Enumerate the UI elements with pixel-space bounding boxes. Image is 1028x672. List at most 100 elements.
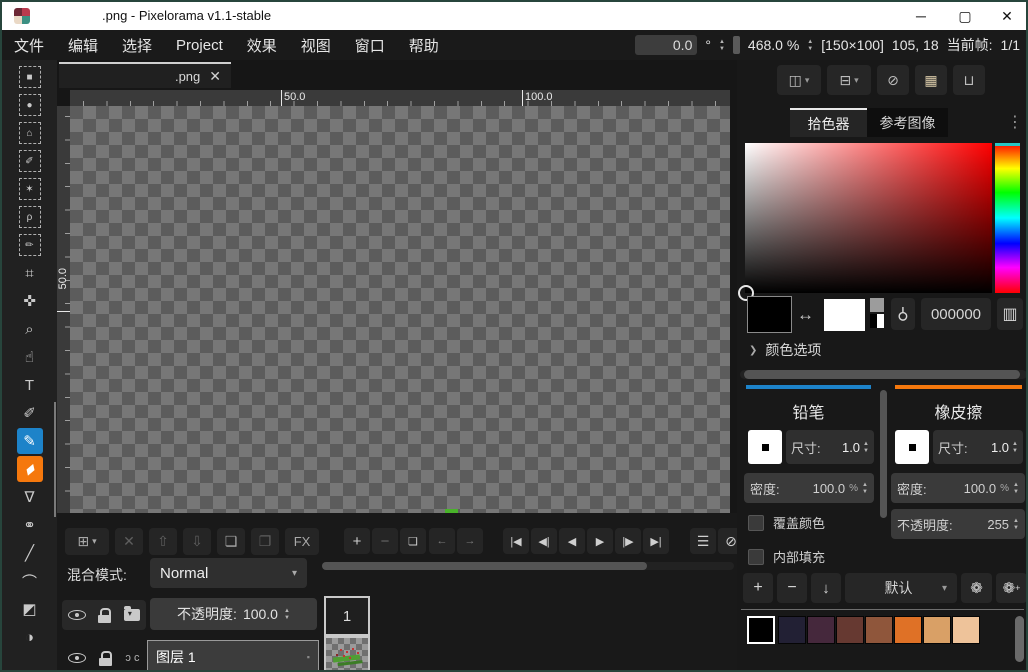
tool-rect-select[interactable]: ■: [17, 64, 43, 90]
layer-fx-button[interactable]: FX: [285, 528, 319, 555]
eraser-opacity-field[interactable]: 不透明度: 255 ▲▼: [891, 509, 1025, 539]
palette-swatch-6[interactable]: [923, 616, 951, 644]
eraser-size-field[interactable]: 尺寸: 1.0 ▲▼: [933, 430, 1023, 464]
color-options-expander[interactable]: ❯ 颜色选项: [749, 340, 821, 360]
tool-line[interactable]: ╱: [17, 540, 43, 566]
zoom-slider-grip[interactable]: [733, 36, 740, 54]
zoom-value[interactable]: 468.0 %: [748, 37, 799, 53]
opacity-spinner[interactable]: ▲▼: [284, 608, 290, 621]
pencil-brush-button[interactable]: [748, 430, 782, 464]
layer-name-field[interactable]: 图层 1 ▪: [147, 640, 319, 672]
pencil-size-spinner[interactable]: ▲▼: [863, 441, 869, 454]
vertical-mirror-button[interactable]: ⊟ ▾: [827, 65, 871, 95]
palette-swatch-7[interactable]: [952, 616, 980, 644]
frame-header-1[interactable]: 1: [324, 596, 370, 636]
edit-palette-button[interactable]: ❁: [961, 573, 992, 603]
rotation-input[interactable]: 0.0: [635, 35, 697, 55]
add-layer-button[interactable]: ⊞ ▾: [65, 528, 109, 555]
tool-lasso[interactable]: ρ: [17, 204, 43, 230]
eraser-density-spinner[interactable]: ▲▼: [1013, 482, 1019, 495]
remove-color-button[interactable]: −: [777, 573, 807, 603]
tool-polygon-select[interactable]: ⌂: [17, 120, 43, 146]
remove-frame-button[interactable]: −: [372, 528, 398, 554]
clone-frame-button[interactable]: ❏: [400, 528, 426, 554]
move-frame-left-button[interactable]: ←: [429, 528, 455, 554]
tool-rect-shape[interactable]: ◩: [17, 596, 43, 622]
tool-move[interactable]: ✜: [17, 288, 43, 314]
menu-edit[interactable]: 编辑: [56, 30, 110, 60]
overwrite-checkbox[interactable]: [748, 515, 764, 531]
palette-swatch-1[interactable]: [778, 616, 806, 644]
palette-swatch-0[interactable]: [747, 616, 775, 644]
move-layer-up-button[interactable]: ⇧: [149, 528, 177, 555]
dynamics-button[interactable]: ⊔: [953, 65, 985, 95]
color-mode-button[interactable]: ▥: [997, 298, 1023, 330]
tool-options-scrollbar-thumb[interactable]: [880, 390, 887, 518]
global-lock-icon[interactable]: [98, 608, 111, 623]
move-layer-down-button[interactable]: ⇩: [183, 528, 211, 555]
default-colors-bw-swatch[interactable]: [870, 314, 884, 328]
hue-slider[interactable]: [995, 143, 1020, 293]
timeline-settings-button[interactable]: ☰: [690, 528, 716, 554]
pencil-overwrite-option[interactable]: 覆盖颜色: [748, 513, 825, 532]
tool-color-select[interactable]: ✐: [17, 148, 43, 174]
menu-select[interactable]: 选择: [110, 30, 164, 60]
hex-color-input[interactable]: 000000: [921, 298, 991, 330]
palette-swatch-2[interactable]: [807, 616, 835, 644]
first-frame-button[interactable]: |◀: [503, 528, 529, 554]
layer-link-icon[interactable]: ɔ c: [125, 652, 139, 664]
screen-color-picker-button[interactable]: ⚲: [891, 298, 915, 330]
eraser-density-field[interactable]: 密度: 100.0 % ▲▼: [891, 473, 1025, 503]
maximize-button[interactable]: ▢: [948, 2, 982, 30]
eraser-size-spinner[interactable]: ▲▼: [1012, 441, 1018, 454]
alpha-lock-button[interactable]: ▦: [915, 65, 947, 95]
tool-ellipse-shape[interactable]: ◑: [17, 624, 43, 650]
close-button[interactable]: ✕: [990, 2, 1024, 30]
palette-scrollbar-thumb[interactable]: [1015, 616, 1024, 662]
project-tab[interactable]: .png ✕: [59, 62, 231, 88]
play-button[interactable]: ▶: [587, 528, 613, 554]
tool-color-picker[interactable]: ✐: [17, 400, 43, 426]
palette-swatch-5[interactable]: [894, 616, 922, 644]
toolbar-scrollbar[interactable]: [54, 402, 56, 517]
palette-swatch-4[interactable]: [865, 616, 893, 644]
swap-colors-icon[interactable]: ↔: [797, 305, 814, 325]
eraser-brush-button[interactable]: [895, 430, 929, 464]
pencil-fill-inside-option[interactable]: 内部填充: [748, 547, 825, 566]
new-palette-button[interactable]: ❁ +: [996, 573, 1027, 603]
tool-crop[interactable]: ⌗: [17, 260, 43, 286]
zoom-spinner[interactable]: ▲▼: [807, 39, 813, 52]
frame-cel-thumbnail[interactable]: [324, 636, 370, 672]
sort-palette-button[interactable]: ↓: [811, 573, 841, 603]
delete-layer-button[interactable]: ✕: [115, 528, 143, 555]
pencil-density-field[interactable]: 密度: 100.0 % ▲▼: [744, 473, 874, 503]
tool-pan[interactable]: ☝: [17, 344, 43, 370]
eraser-opacity-spinner[interactable]: ▲▼: [1013, 518, 1019, 531]
clone-layer-button[interactable]: ❏: [217, 528, 245, 555]
palette-select-dropdown[interactable]: 默认 ▾: [845, 573, 957, 603]
tool-magic-wand[interactable]: ✶: [17, 176, 43, 202]
add-color-button[interactable]: +: [743, 573, 773, 603]
tool-pencil[interactable]: ✎: [17, 428, 43, 454]
fill-inside-checkbox[interactable]: [748, 549, 764, 565]
play-backwards-button[interactable]: ◀: [559, 528, 585, 554]
panel-menu-dots-icon[interactable]: ⋮: [1007, 112, 1023, 132]
rotation-spinner[interactable]: ▲▼: [719, 39, 725, 52]
saturation-value-picker[interactable]: [745, 143, 992, 293]
previous-frame-button[interactable]: ◀|: [531, 528, 557, 554]
palette-swatch-3[interactable]: [836, 616, 864, 644]
default-colors-gray-swatch[interactable]: [870, 298, 884, 312]
tool-bucket[interactable]: ∇: [17, 484, 43, 510]
blend-mode-select[interactable]: Normal ▾: [150, 558, 307, 588]
menu-project[interactable]: Project: [164, 30, 235, 60]
merge-layer-button[interactable]: ❐: [251, 528, 279, 555]
menu-window[interactable]: 窗口: [343, 30, 397, 60]
last-frame-button[interactable]: ▶|: [643, 528, 669, 554]
tab-color-picker[interactable]: 拾色器: [790, 108, 867, 137]
menu-view[interactable]: 视图: [289, 30, 343, 60]
menu-file[interactable]: 文件: [2, 30, 56, 60]
pixel-perfect-button[interactable]: ⊘: [877, 65, 909, 95]
drawing-canvas[interactable]: [70, 106, 730, 513]
move-frame-right-button[interactable]: →: [457, 528, 483, 554]
layer-visibility-eye-icon[interactable]: [68, 651, 86, 665]
